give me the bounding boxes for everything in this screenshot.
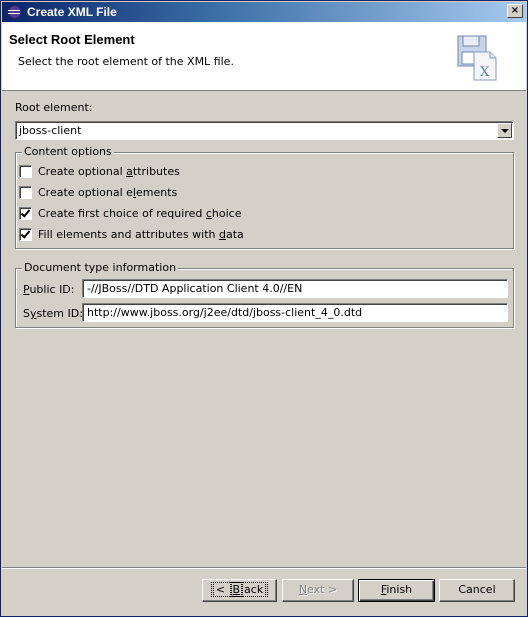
optional-attributes-checkbox-row[interactable]: Create optional attributes [19, 165, 180, 178]
fill-data-label: Fill elements and attributes with data [38, 228, 244, 241]
wizard-banner: Select Root Element Select the root elem… [2, 22, 526, 91]
button-bar-separator [2, 567, 526, 569]
public-id-label: Public ID: [23, 283, 75, 296]
close-icon: × [510, 5, 520, 16]
system-id-label: System ID: [23, 307, 83, 320]
back-button[interactable]: < Back [202, 579, 277, 602]
svg-text:X: X [480, 65, 490, 80]
public-id-field[interactable]: -//JBoss//DTD Application Client 4.0//EN [82, 279, 508, 298]
eclipse-icon [6, 4, 22, 20]
first-choice-label: Create first choice of required choice [38, 207, 242, 220]
cancel-button[interactable]: Cancel [439, 579, 515, 602]
root-element-label: Root element: [15, 101, 93, 114]
page-title: Select Root Element [9, 32, 135, 47]
page-description: Select the root element of the XML file. [18, 55, 234, 68]
window-title: Create XML File [27, 5, 117, 19]
finish-button[interactable]: Finish [358, 579, 435, 602]
optional-elements-checkbox[interactable] [19, 186, 32, 199]
close-button[interactable]: × [507, 4, 523, 18]
next-button[interactable]: Next > [282, 579, 354, 602]
content-options-group: Content options Create optional attribut… [15, 145, 514, 249]
doctype-group: Document type information Public ID: -//… [15, 261, 514, 328]
first-choice-checkbox-row[interactable]: Create first choice of required choice [19, 207, 241, 220]
wizard-content: Root element: jboss-client Content optio… [2, 92, 526, 567]
optional-elements-checkbox-row[interactable]: Create optional elements [19, 186, 177, 199]
doctype-title: Document type information [22, 261, 179, 274]
xml-file-wizard-icon: X [454, 34, 500, 82]
optional-attributes-label: Create optional attributes [38, 165, 180, 178]
fill-data-checkbox-row[interactable]: Fill elements and attributes with data [19, 228, 244, 241]
fill-data-checkbox[interactable] [19, 228, 32, 241]
dialog-window: Create XML File × Select Root Element Se… [0, 0, 528, 617]
first-choice-checkbox[interactable] [19, 207, 32, 220]
content-options-title: Content options [22, 145, 114, 158]
optional-attributes-checkbox[interactable] [19, 165, 32, 178]
title-bar[interactable]: Create XML File × [2, 2, 526, 22]
root-element-combo[interactable]: jboss-client [15, 121, 514, 140]
root-element-value: jboss-client [19, 124, 82, 137]
system-id-field[interactable]: http://www.jboss.org/j2ee/dtd/jboss-clie… [82, 303, 508, 322]
chevron-down-icon[interactable] [497, 123, 512, 138]
optional-elements-label: Create optional elements [38, 186, 178, 199]
